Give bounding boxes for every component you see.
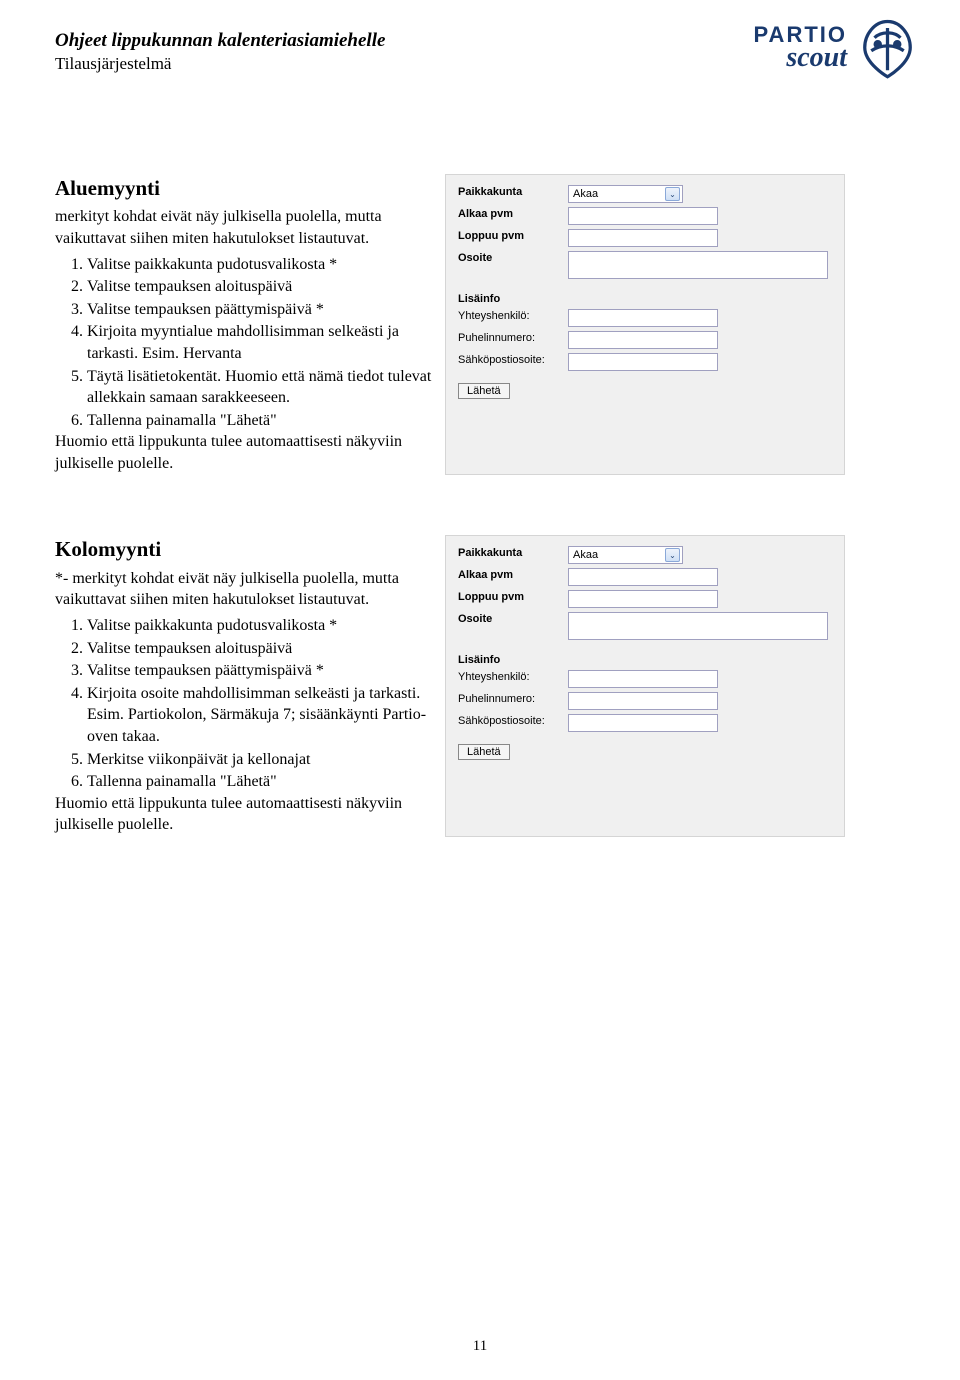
kolomyynti-list: Valitse paikkakunta pudotusvalikosta * V…	[55, 615, 435, 836]
submit-button[interactable]: Lähetä	[458, 383, 510, 399]
kolomyynti-text: Kolomyynti *- merkityt kohdat eivät näy …	[55, 535, 435, 836]
label-yhteys: Yhteyshenkilö:	[458, 309, 568, 322]
label-alkaa: Alkaa pvm	[458, 568, 568, 581]
label-loppuu: Loppuu pvm	[458, 229, 568, 242]
osoite-input[interactable]	[568, 612, 828, 640]
list-item: Valitse paikkakunta pudotusvalikosta *	[87, 615, 435, 637]
page-number: 11	[0, 1338, 960, 1355]
osoite-input[interactable]	[568, 251, 828, 279]
alkaa-input[interactable]	[568, 207, 718, 225]
label-paikkakunta: Paikkakunta	[458, 546, 568, 559]
section-kolomyynti: Kolomyynti *- merkityt kohdat eivät näy …	[55, 535, 905, 836]
label-puhelin: Puhelinnumero:	[458, 692, 568, 705]
loppuu-input[interactable]	[568, 229, 718, 247]
label-osoite: Osoite	[458, 612, 568, 625]
section-aluemyynti: Aluemyynti merkityt kohdat eivät näy jul…	[55, 174, 905, 475]
kolomyynti-outro: Huomio että lippukunta tulee automaattis…	[55, 793, 435, 836]
label-lisainfo: Lisäinfo	[458, 654, 832, 666]
aluemyynti-list: Valitse paikkakunta pudotusvalikosta * V…	[55, 254, 435, 475]
yhteys-input[interactable]	[568, 670, 718, 688]
label-osoite: Osoite	[458, 251, 568, 264]
list-item: Valitse tempauksen aloituspäivä	[87, 638, 435, 660]
kolomyynti-form: Paikkakunta Akaa ⌄ Alkaa pvm Loppuu pvm …	[445, 535, 845, 836]
puhelin-input[interactable]	[568, 331, 718, 349]
alkaa-input[interactable]	[568, 568, 718, 586]
list-item: Tallenna painamalla "Lähetä" Huomio että…	[87, 771, 435, 836]
partio-logo: PARTIO scout	[754, 15, 920, 80]
list-item: Täytä lisätietokentät. Huomio että nämä …	[87, 366, 435, 409]
label-alkaa: Alkaa pvm	[458, 207, 568, 220]
kolomyynti-title: Kolomyynti	[55, 535, 435, 563]
paikkakunta-select[interactable]: Akaa ⌄	[568, 185, 683, 203]
puhelin-input[interactable]	[568, 692, 718, 710]
email-input[interactable]	[568, 353, 718, 371]
label-paikkakunta: Paikkakunta	[458, 185, 568, 198]
label-email: Sähköpostiosoite:	[458, 714, 568, 727]
submit-button[interactable]: Lähetä	[458, 744, 510, 760]
chevron-down-icon: ⌄	[665, 548, 680, 562]
label-loppuu: Loppuu pvm	[458, 590, 568, 603]
logo-text: PARTIO scout	[754, 22, 847, 74]
list-item: Merkitse viikonpäivät ja kellonajat	[87, 749, 435, 771]
list-item: Valitse paikkakunta pudotusvalikosta *	[87, 254, 435, 276]
kolomyynti-intro: *- merkityt kohdat eivät näy julkisella …	[55, 568, 435, 611]
label-email: Sähköpostiosoite:	[458, 353, 568, 366]
label-puhelin: Puhelinnumero:	[458, 331, 568, 344]
chevron-down-icon: ⌄	[665, 187, 680, 201]
yhteys-input[interactable]	[568, 309, 718, 327]
logo-emblem-icon	[855, 15, 920, 80]
loppuu-input[interactable]	[568, 590, 718, 608]
list-item: Valitse tempauksen aloituspäivä	[87, 276, 435, 298]
paikkakunta-select[interactable]: Akaa ⌄	[568, 546, 683, 564]
select-value: Akaa	[573, 188, 598, 200]
list-item: Valitse tempauksen päättymispäivä *	[87, 660, 435, 682]
aluemyynti-text: Aluemyynti merkityt kohdat eivät näy jul…	[55, 174, 435, 475]
email-input[interactable]	[568, 714, 718, 732]
label-lisainfo: Lisäinfo	[458, 293, 832, 305]
list-item: Kirjoita myyntialue mahdollisimman selke…	[87, 321, 435, 364]
aluemyynti-title: Aluemyynti	[55, 174, 435, 202]
list-item: Valitse tempauksen päättymispäivä *	[87, 299, 435, 321]
select-value: Akaa	[573, 549, 598, 561]
label-yhteys: Yhteyshenkilö:	[458, 670, 568, 683]
aluemyynti-form: Paikkakunta Akaa ⌄ Alkaa pvm Loppuu pvm …	[445, 174, 845, 475]
aluemyynti-outro: Huomio että lippukunta tulee automaattis…	[55, 431, 435, 474]
list-item: Kirjoita osoite mahdollisimman selkeästi…	[87, 683, 435, 748]
list-item: Tallenna painamalla "Lähetä" Huomio että…	[87, 410, 435, 475]
aluemyynti-intro: merkityt kohdat eivät näy julkisella puo…	[55, 206, 435, 249]
